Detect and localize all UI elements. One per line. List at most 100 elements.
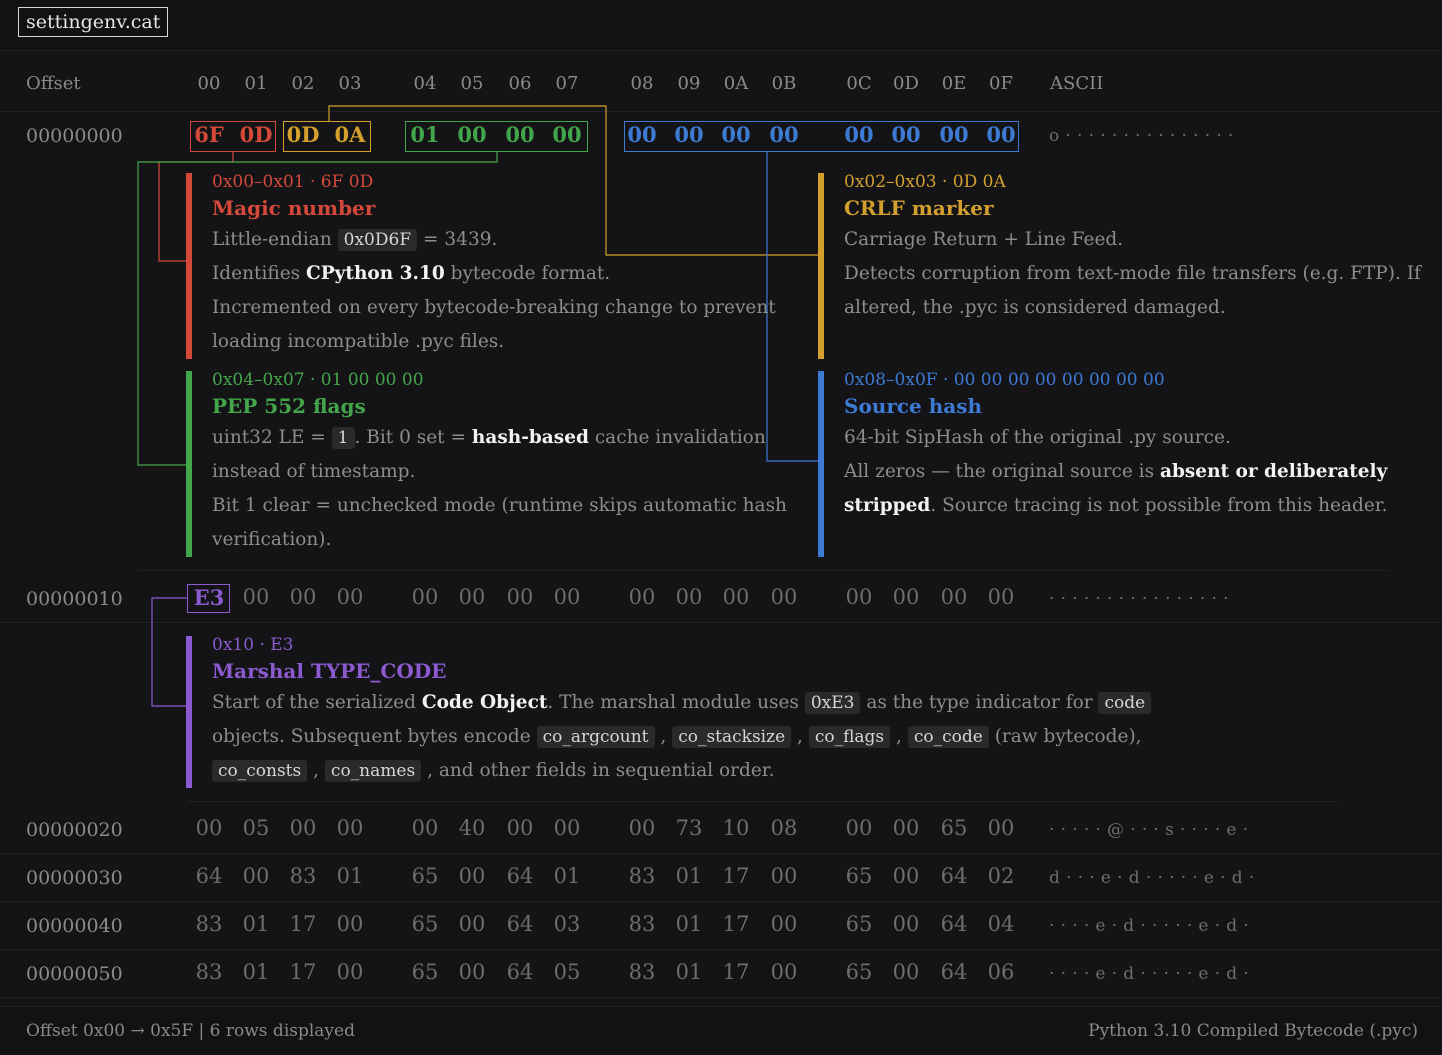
hex-byte[interactable]: 00 — [410, 816, 440, 840]
hex-byte[interactable]: 00 — [721, 585, 751, 609]
hex-byte[interactable]: 6F — [192, 122, 226, 147]
hex-byte[interactable]: 01 — [552, 864, 582, 888]
hex-byte[interactable]: 02 — [986, 864, 1016, 888]
hex-byte[interactable]: 65 — [410, 864, 440, 888]
hex-byte[interactable]: 00 — [503, 122, 537, 147]
hex-byte[interactable]: 83 — [288, 864, 318, 888]
hex-byte[interactable]: 65 — [410, 960, 440, 984]
hex-byte[interactable]: 00 — [625, 122, 659, 147]
hex-byte[interactable]: 00 — [457, 960, 487, 984]
hex-byte[interactable]: 83 — [627, 912, 657, 936]
hex-byte[interactable]: 00 — [937, 122, 971, 147]
hex-byte[interactable]: 00 — [552, 585, 582, 609]
hex-byte[interactable]: 00 — [410, 585, 440, 609]
hex-byte[interactable]: 01 — [335, 864, 365, 888]
hex-byte[interactable]: 65 — [844, 912, 874, 936]
hex-byte[interactable]: 05 — [552, 960, 582, 984]
hex-byte[interactable]: 00 — [335, 912, 365, 936]
hex-byte[interactable]: 01 — [674, 864, 704, 888]
hex-byte[interactable]: 00 — [288, 816, 318, 840]
hex-byte[interactable]: 83 — [194, 912, 224, 936]
hex-byte[interactable]: 00 — [769, 960, 799, 984]
hex-byte[interactable]: 64 — [939, 960, 969, 984]
hex-byte[interactable]: 64 — [939, 912, 969, 936]
hex-byte[interactable]: 83 — [627, 960, 657, 984]
hex-byte[interactable]: 00 — [767, 122, 801, 147]
hex-byte[interactable]: 64 — [939, 864, 969, 888]
hex-byte[interactable]: 00 — [769, 864, 799, 888]
hex-byte[interactable]: 00 — [984, 122, 1018, 147]
magic-annotation-bar — [186, 173, 192, 359]
hex-byte[interactable]: 00 — [457, 864, 487, 888]
hex-byte[interactable]: 64 — [505, 960, 535, 984]
hex-byte[interactable]: 00 — [719, 122, 753, 147]
hex-byte[interactable]: 00 — [891, 585, 921, 609]
hex-byte[interactable]: 06 — [986, 960, 1016, 984]
hex-byte[interactable]: 83 — [627, 864, 657, 888]
hex-byte[interactable]: 00 — [505, 585, 535, 609]
hex-byte[interactable]: 17 — [288, 960, 318, 984]
hex-byte[interactable]: 00 — [194, 816, 224, 840]
hex-byte[interactable]: 00 — [674, 585, 704, 609]
hex-byte[interactable]: 65 — [939, 816, 969, 840]
hex-byte[interactable]: 00 — [844, 585, 874, 609]
hex-byte[interactable]: 00 — [552, 816, 582, 840]
hex-byte[interactable]: 0D — [239, 122, 273, 147]
hex-byte[interactable]: 00 — [288, 585, 318, 609]
hex-byte[interactable]: 64 — [505, 912, 535, 936]
hex-byte[interactable]: 00 — [891, 816, 921, 840]
hex-byte[interactable]: 00 — [986, 816, 1016, 840]
hex-byte[interactable]: 40 — [457, 816, 487, 840]
hex-byte[interactable]: 01 — [674, 960, 704, 984]
hex-byte[interactable]: 00 — [889, 122, 923, 147]
marshal-line-1: Start of the serialized Code Object. The… — [212, 692, 1152, 726]
hex-byte[interactable]: 00 — [769, 912, 799, 936]
hex-byte[interactable]: 00 — [627, 585, 657, 609]
hex-byte[interactable]: 83 — [194, 960, 224, 984]
hex-byte[interactable]: 00 — [891, 864, 921, 888]
hex-byte[interactable]: 00 — [986, 585, 1016, 609]
hex-byte[interactable]: 00 — [891, 912, 921, 936]
hex-byte[interactable]: 00 — [891, 960, 921, 984]
hex-byte[interactable]: 03 — [552, 912, 582, 936]
hex-byte[interactable]: 17 — [288, 912, 318, 936]
hex-byte[interactable]: 01 — [408, 122, 442, 147]
hex-byte[interactable]: 08 — [769, 816, 799, 840]
hex-byte[interactable]: 05 — [241, 816, 271, 840]
hex-byte[interactable]: 00 — [335, 960, 365, 984]
hex-byte[interactable]: 0D — [286, 122, 320, 147]
crlf-line-1: Carriage Return + Line Feed. — [844, 229, 1124, 250]
hex-byte[interactable]: 10 — [721, 816, 751, 840]
hex-byte[interactable]: 65 — [410, 912, 440, 936]
hex-byte[interactable]: 01 — [241, 912, 271, 936]
hex-byte[interactable]: 01 — [674, 912, 704, 936]
hex-byte[interactable]: E3 — [192, 585, 226, 610]
hex-byte[interactable]: 65 — [844, 960, 874, 984]
hex-byte[interactable]: 00 — [457, 912, 487, 936]
hex-byte[interactable]: 17 — [721, 960, 751, 984]
ascii-column: o · · · · · · · · · · · · · · · — [1049, 126, 1234, 146]
hex-byte[interactable]: 00 — [335, 585, 365, 609]
hex-byte[interactable]: 00 — [627, 816, 657, 840]
hex-byte[interactable]: 17 — [721, 912, 751, 936]
hex-byte[interactable]: 00 — [842, 122, 876, 147]
hex-byte[interactable]: 01 — [241, 960, 271, 984]
hex-byte[interactable]: 00 — [769, 585, 799, 609]
hex-byte[interactable]: 00 — [241, 864, 271, 888]
hex-byte[interactable]: 00 — [505, 816, 535, 840]
hex-byte[interactable]: 0A — [333, 122, 367, 147]
hex-byte[interactable]: 17 — [721, 864, 751, 888]
hex-byte[interactable]: 65 — [844, 864, 874, 888]
hex-byte[interactable]: 00 — [457, 585, 487, 609]
hex-byte[interactable]: 64 — [505, 864, 535, 888]
hex-byte[interactable]: 00 — [335, 816, 365, 840]
hex-byte[interactable]: 64 — [194, 864, 224, 888]
hex-byte[interactable]: 00 — [844, 816, 874, 840]
hex-byte[interactable]: 00 — [455, 122, 489, 147]
hex-byte[interactable]: 00 — [550, 122, 584, 147]
hex-byte[interactable]: 00 — [241, 585, 271, 609]
hex-byte[interactable]: 00 — [939, 585, 969, 609]
hex-byte[interactable]: 00 — [672, 122, 706, 147]
hex-byte[interactable]: 04 — [986, 912, 1016, 936]
hex-byte[interactable]: 73 — [674, 816, 704, 840]
